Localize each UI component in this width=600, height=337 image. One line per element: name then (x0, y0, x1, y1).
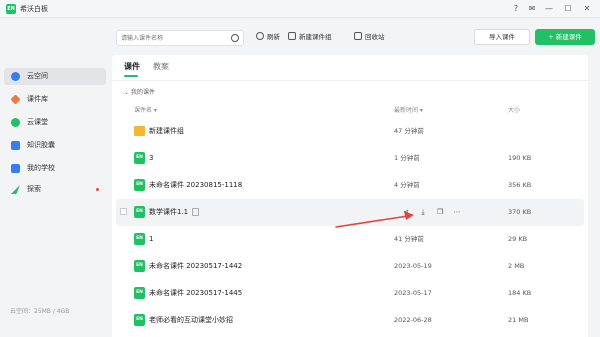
cloud-icon (11, 72, 20, 81)
list-item[interactable]: EN 老师必看的互动课堂小妙招 2022-06-28 21 MB (116, 307, 584, 334)
file-size: 2 MB (508, 262, 525, 270)
breadcrumb[interactable]: ⌄ 我的课件 (124, 87, 155, 96)
toolbar: 刷新 新建课件组 回收站 导入课件 + 新建课件 (108, 18, 600, 56)
classroom-icon (11, 118, 20, 127)
list-item-hovered[interactable]: EN 数学课件1.1 ⋖ ⤓ ❐ ⋯ 370 KB (116, 199, 584, 226)
app-title: 希沃白板 (20, 5, 48, 13)
courseware-file-icon: EN (134, 287, 145, 299)
courseware-file-icon: EN (134, 233, 145, 245)
refresh-button[interactable]: 刷新 (256, 31, 280, 43)
file-panel: 课件 教案 ⌄ 我的课件 课件名 ▾ 最新时间 ▾ 大小 新建课件组 47 分钟… (112, 55, 588, 337)
row-checkbox[interactable] (120, 208, 127, 215)
file-name: 未命名课件 20230815-1118 (149, 181, 243, 189)
import-button[interactable]: 导入课件 (474, 29, 530, 45)
explore-icon (11, 185, 20, 194)
sidebar-item-label: 课件库 (27, 95, 48, 103)
refresh-icon (256, 32, 264, 40)
recycle-bin-button[interactable]: 回收站 (354, 31, 385, 43)
sidebar-item-label: 云空间 (27, 72, 48, 80)
minimize-icon[interactable]: — (543, 3, 555, 15)
divider (112, 80, 588, 81)
sidebar-item-explore[interactable]: 探索 (4, 181, 106, 198)
courseware-file-icon: EN (134, 314, 145, 326)
search-box[interactable] (116, 30, 244, 46)
copy-icon[interactable]: ❐ (436, 208, 444, 216)
trash-icon (354, 32, 362, 40)
share-icon[interactable]: ⋖ (402, 208, 410, 216)
file-name: 未命名课件 20230517-1445 (149, 289, 243, 297)
file-name: 新建课件组 (149, 127, 184, 135)
new-courseware-button[interactable]: + 新建课件 (535, 29, 595, 45)
file-size: 21 MB (508, 316, 529, 324)
file-time: 2023-05-19 (394, 262, 432, 270)
title-bar: EN 希沃白板 ? ✉ — ☐ ✕ (0, 0, 600, 18)
folder-plus-icon (288, 32, 296, 40)
file-time: 2023-05-17 (394, 289, 432, 297)
file-time: 2022-06-28 (394, 316, 432, 324)
active-tab-indicator (124, 75, 138, 77)
sidebar: 云空间 课件库 云课堂 知识胶囊 我的学校 探索 云空间：25MB / 4GB (0, 18, 108, 337)
sidebar-item-classroom[interactable]: 云课堂 (4, 114, 106, 131)
sidebar-item-label: 我的学校 (27, 164, 55, 172)
file-name: 3 (149, 154, 154, 162)
file-size: 370 KB (508, 208, 532, 216)
courseware-file-icon: EN (134, 152, 145, 164)
app-logo-icon: EN (6, 4, 16, 14)
library-icon (10, 94, 21, 105)
search-input[interactable] (121, 34, 221, 43)
file-time: 4 分钟前 (394, 181, 420, 189)
column-header-size: 大小 (508, 107, 521, 114)
tab-courseware[interactable]: 课件 (124, 62, 140, 72)
tab-lesson-plan[interactable]: 教案 (153, 62, 169, 72)
list-item[interactable]: EN 3 1 分钟前 190 KB (116, 145, 584, 172)
school-icon (11, 164, 20, 173)
download-icon[interactable]: ⤓ (419, 208, 427, 216)
sidebar-item-school[interactable]: 我的学校 (4, 160, 106, 177)
list-item[interactable]: EN 未命名课件 20230517-1445 2023-05-17 184 KB (116, 280, 584, 307)
mail-icon[interactable]: ✉ (526, 3, 538, 15)
capsule-icon (11, 141, 20, 150)
file-size: 356 KB (508, 181, 532, 189)
sidebar-item-label: 知识胶囊 (27, 141, 55, 149)
file-name: 老师必看的互动课堂小妙招 (149, 316, 233, 324)
sidebar-item-library[interactable]: 课件库 (4, 91, 106, 108)
list-item[interactable]: EN 未命名课件 20230517-1442 2023-05-19 2 MB (116, 253, 584, 280)
file-time: 47 分钟前 (394, 127, 424, 135)
courseware-file-icon: EN (134, 206, 145, 218)
sidebar-item-capsule[interactable]: 知识胶囊 (4, 137, 106, 154)
file-name: 数学课件1.1 (149, 208, 189, 216)
list-item[interactable]: EN 1 41 分钟前 29 KB (116, 226, 584, 253)
sidebar-item-label: 云课堂 (27, 118, 48, 126)
file-tag-icon (192, 208, 199, 216)
file-size: 184 KB (508, 289, 532, 297)
maximize-icon[interactable]: ☐ (562, 3, 574, 15)
notification-dot (96, 188, 99, 191)
sidebar-item-label: 探索 (27, 185, 41, 193)
list-item[interactable]: EN 未命名课件 20230815-1118 4 分钟前 356 KB (116, 172, 584, 199)
help-icon[interactable]: ? (510, 3, 522, 15)
file-time: 41 分钟前 (394, 235, 424, 243)
file-name: 1 (149, 235, 154, 243)
new-group-button[interactable]: 新建课件组 (288, 31, 332, 43)
folder-icon (134, 126, 145, 136)
sidebar-item-cloud[interactable]: 云空间 (4, 68, 106, 85)
more-icon[interactable]: ⋯ (453, 208, 461, 216)
courseware-file-icon: EN (134, 179, 145, 191)
file-name: 未命名课件 20230517-1442 (149, 262, 243, 270)
file-size: 190 KB (508, 154, 532, 162)
courseware-file-icon: EN (134, 260, 145, 272)
storage-usage: 云空间：25MB / 4GB (10, 308, 70, 315)
search-icon[interactable] (231, 34, 239, 42)
column-header-modified[interactable]: 最新时间 ▾ (394, 105, 423, 114)
close-icon[interactable]: ✕ (581, 3, 593, 15)
file-time: 1 分钟前 (394, 154, 420, 162)
list-item[interactable]: 新建课件组 47 分钟前 (116, 118, 584, 145)
file-size: 29 KB (508, 235, 528, 243)
column-header-name[interactable]: 课件名 ▾ (134, 105, 157, 114)
